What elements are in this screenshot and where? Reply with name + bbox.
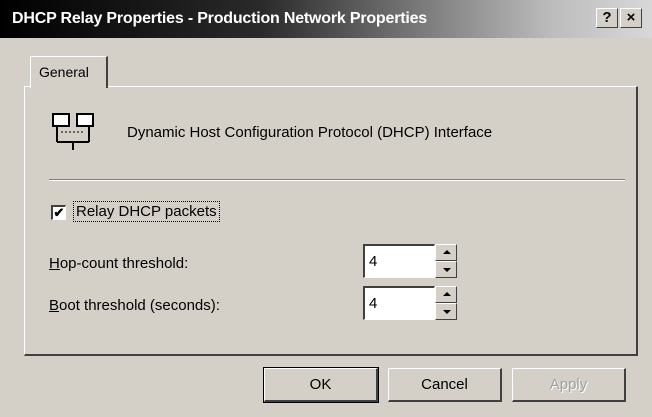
boot-threshold-up-button[interactable] xyxy=(435,286,457,303)
title-bar: DHCP Relay Properties - Production Netwo… xyxy=(0,0,652,38)
hop-count-up-button[interactable] xyxy=(435,244,457,261)
hop-count-label: Hop-count threshold: xyxy=(49,255,188,272)
boot-threshold-label: Boot threshold (seconds): xyxy=(49,297,220,314)
relay-dhcp-label[interactable]: Relay DHCP packets xyxy=(73,201,220,222)
chevron-down-icon xyxy=(443,310,451,314)
tab-general[interactable]: General xyxy=(30,56,108,88)
boot-threshold-mnemonic: B xyxy=(49,297,60,314)
hop-count-down-button[interactable] xyxy=(435,261,457,278)
chevron-down-icon xyxy=(443,268,451,272)
tab-general-label: General xyxy=(39,64,89,80)
chevron-up-icon xyxy=(443,250,451,254)
boot-threshold-label-rest: oot threshold (seconds): xyxy=(59,297,220,314)
boot-threshold-down-button[interactable] xyxy=(435,303,457,320)
network-interface-icon xyxy=(52,113,94,150)
help-button[interactable]: ? xyxy=(596,8,618,28)
general-panel: Dynamic Host Configuration Protocol (DHC… xyxy=(24,86,638,356)
close-button[interactable]: × xyxy=(620,8,642,28)
chevron-up-icon xyxy=(443,292,451,296)
separator xyxy=(49,179,625,181)
hop-count-mnemonic: H xyxy=(49,255,60,272)
hop-count-spinner xyxy=(363,244,459,278)
window-title: DHCP Relay Properties - Production Netwo… xyxy=(12,10,427,27)
relay-dhcp-checkbox[interactable]: ✔ xyxy=(51,205,66,220)
ok-button[interactable]: OK xyxy=(263,367,379,403)
boot-threshold-spinner xyxy=(363,286,459,320)
boot-threshold-input[interactable] xyxy=(363,286,435,320)
interface-description: Dynamic Host Configuration Protocol (DHC… xyxy=(127,124,493,141)
hop-count-label-rest: op-count threshold: xyxy=(59,255,189,272)
cancel-button[interactable]: Cancel xyxy=(388,368,502,402)
boot-threshold-arrows xyxy=(435,286,457,320)
hop-count-arrows xyxy=(435,244,457,278)
apply-button[interactable]: Apply xyxy=(512,368,626,402)
hop-count-input[interactable] xyxy=(363,244,435,278)
